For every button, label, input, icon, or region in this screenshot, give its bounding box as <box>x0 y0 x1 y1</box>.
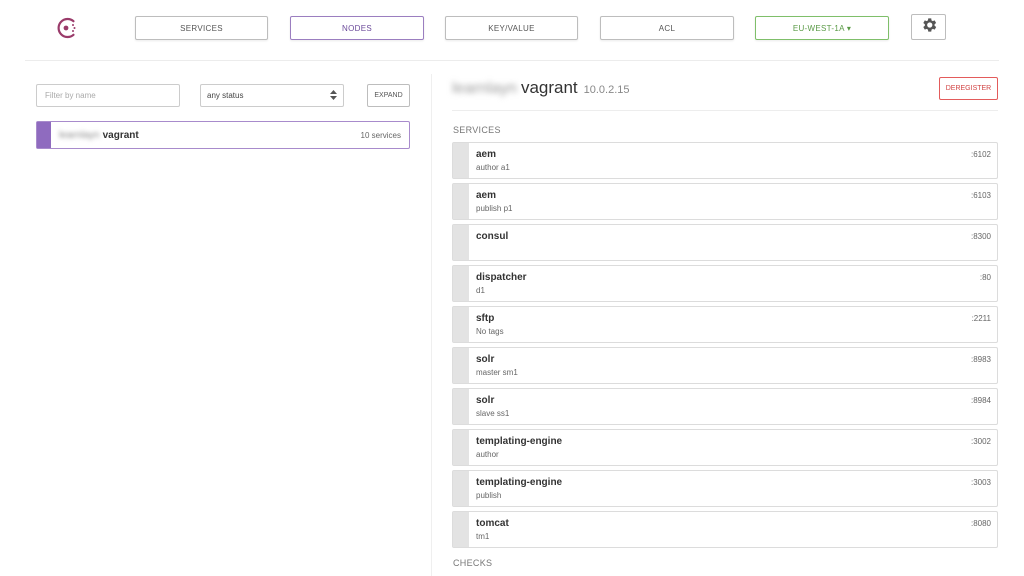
filter-by-name-input[interactable]: Filter by name <box>36 84 180 107</box>
filter-placeholder: Filter by name <box>45 91 96 100</box>
service-name: tomcat <box>476 518 509 529</box>
service-port: :8984 <box>970 396 991 405</box>
service-tags: author a1 <box>476 163 510 172</box>
gear-icon <box>920 16 938 39</box>
service-name: templating-engine <box>476 477 563 488</box>
column-divider <box>431 74 432 576</box>
nav-acl-button[interactable]: ACL <box>600 16 734 40</box>
service-status-stripe <box>453 307 469 342</box>
node-name: vagrant <box>102 129 139 141</box>
nav-services-button[interactable]: SERVICES <box>135 16 268 40</box>
node-title-redacted-prefix: learnlayn <box>452 80 517 97</box>
service-item[interactable]: consul :8300 <box>452 224 998 261</box>
service-port: :8080 <box>970 519 991 528</box>
service-name: solr <box>476 395 495 406</box>
service-item[interactable]: sftp No tags :2211 <box>452 306 998 343</box>
service-status-stripe <box>453 389 469 424</box>
service-status-stripe <box>453 143 469 178</box>
service-tags: tm1 <box>476 532 490 541</box>
service-item[interactable]: solr slave ss1 :8984 <box>452 388 998 425</box>
service-port: :3003 <box>970 478 991 487</box>
detail-divider <box>452 110 998 111</box>
node-selected-indicator <box>37 122 51 148</box>
datacenter-dropdown[interactable]: EU-WEST-1A ▾ <box>755 16 889 40</box>
expand-button[interactable]: EXPAND <box>367 84 410 107</box>
status-select-value: any status <box>207 91 244 100</box>
service-item[interactable]: aem publish p1 :6103 <box>452 183 998 220</box>
service-status-stripe <box>453 348 469 383</box>
service-name: consul <box>476 231 509 242</box>
deregister-button[interactable]: DEREGISTER <box>939 77 998 100</box>
service-port: :8983 <box>970 355 991 364</box>
service-item[interactable]: templating-engine publish :3003 <box>452 470 998 507</box>
service-name: aem <box>476 190 497 201</box>
node-list-item[interactable]: learnlayn vagrant 10 services <box>36 121 410 149</box>
service-status-stripe <box>453 512 469 547</box>
service-item[interactable]: solr master sm1 :8983 <box>452 347 998 384</box>
service-status-stripe <box>453 471 469 506</box>
nav-key-value-button[interactable]: KEY/VALUE <box>445 16 578 40</box>
service-name: solr <box>476 354 495 365</box>
service-item[interactable]: dispatcher d1 :80 <box>452 265 998 302</box>
service-status-stripe <box>453 266 469 301</box>
service-name: sftp <box>476 313 495 324</box>
checks-heading: CHECKS <box>453 558 493 568</box>
service-status-stripe <box>453 225 469 260</box>
node-redacted-prefix: learnlayn <box>59 129 100 141</box>
node-address: 10.0.2.15 <box>583 84 630 96</box>
service-item[interactable]: templating-engine author :3002 <box>452 429 998 466</box>
service-item[interactable]: tomcat tm1 :8080 <box>452 511 998 548</box>
updown-arrows-icon <box>330 89 337 102</box>
service-item[interactable]: aem author a1 :6102 <box>452 142 998 179</box>
status-select[interactable]: any status <box>200 84 344 107</box>
service-port: :3002 <box>970 437 991 446</box>
settings-button[interactable] <box>911 14 946 40</box>
services-heading: SERVICES <box>453 125 501 135</box>
service-name: dispatcher <box>476 272 527 283</box>
service-tags: author <box>476 450 499 459</box>
consul-logo-icon[interactable] <box>56 16 80 40</box>
header-divider <box>25 60 999 61</box>
service-name: templating-engine <box>476 436 563 447</box>
service-name: aem <box>476 149 497 160</box>
service-tags: d1 <box>476 286 485 295</box>
services-list: aem author a1 :6102 aem publish p1 :6103… <box>452 142 998 552</box>
service-tags: publish <box>476 491 502 500</box>
service-status-stripe <box>453 184 469 219</box>
service-port: :6102 <box>970 150 991 159</box>
service-tags: slave ss1 <box>476 409 510 418</box>
node-detail-title: learnlayn vagrant 10.0.2.15 <box>452 78 630 98</box>
service-port: :80 <box>979 273 991 282</box>
service-status-stripe <box>453 430 469 465</box>
service-tags: No tags <box>476 327 504 336</box>
service-tags: master sm1 <box>476 368 518 377</box>
node-title-name: vagrant <box>520 78 578 97</box>
service-port: :8300 <box>970 232 991 241</box>
service-port: :2211 <box>971 314 991 323</box>
service-tags: publish p1 <box>476 204 513 213</box>
nav-nodes-button[interactable]: NODES <box>290 16 424 40</box>
node-services-count: 10 services <box>360 130 401 140</box>
service-port: :6103 <box>970 191 991 200</box>
